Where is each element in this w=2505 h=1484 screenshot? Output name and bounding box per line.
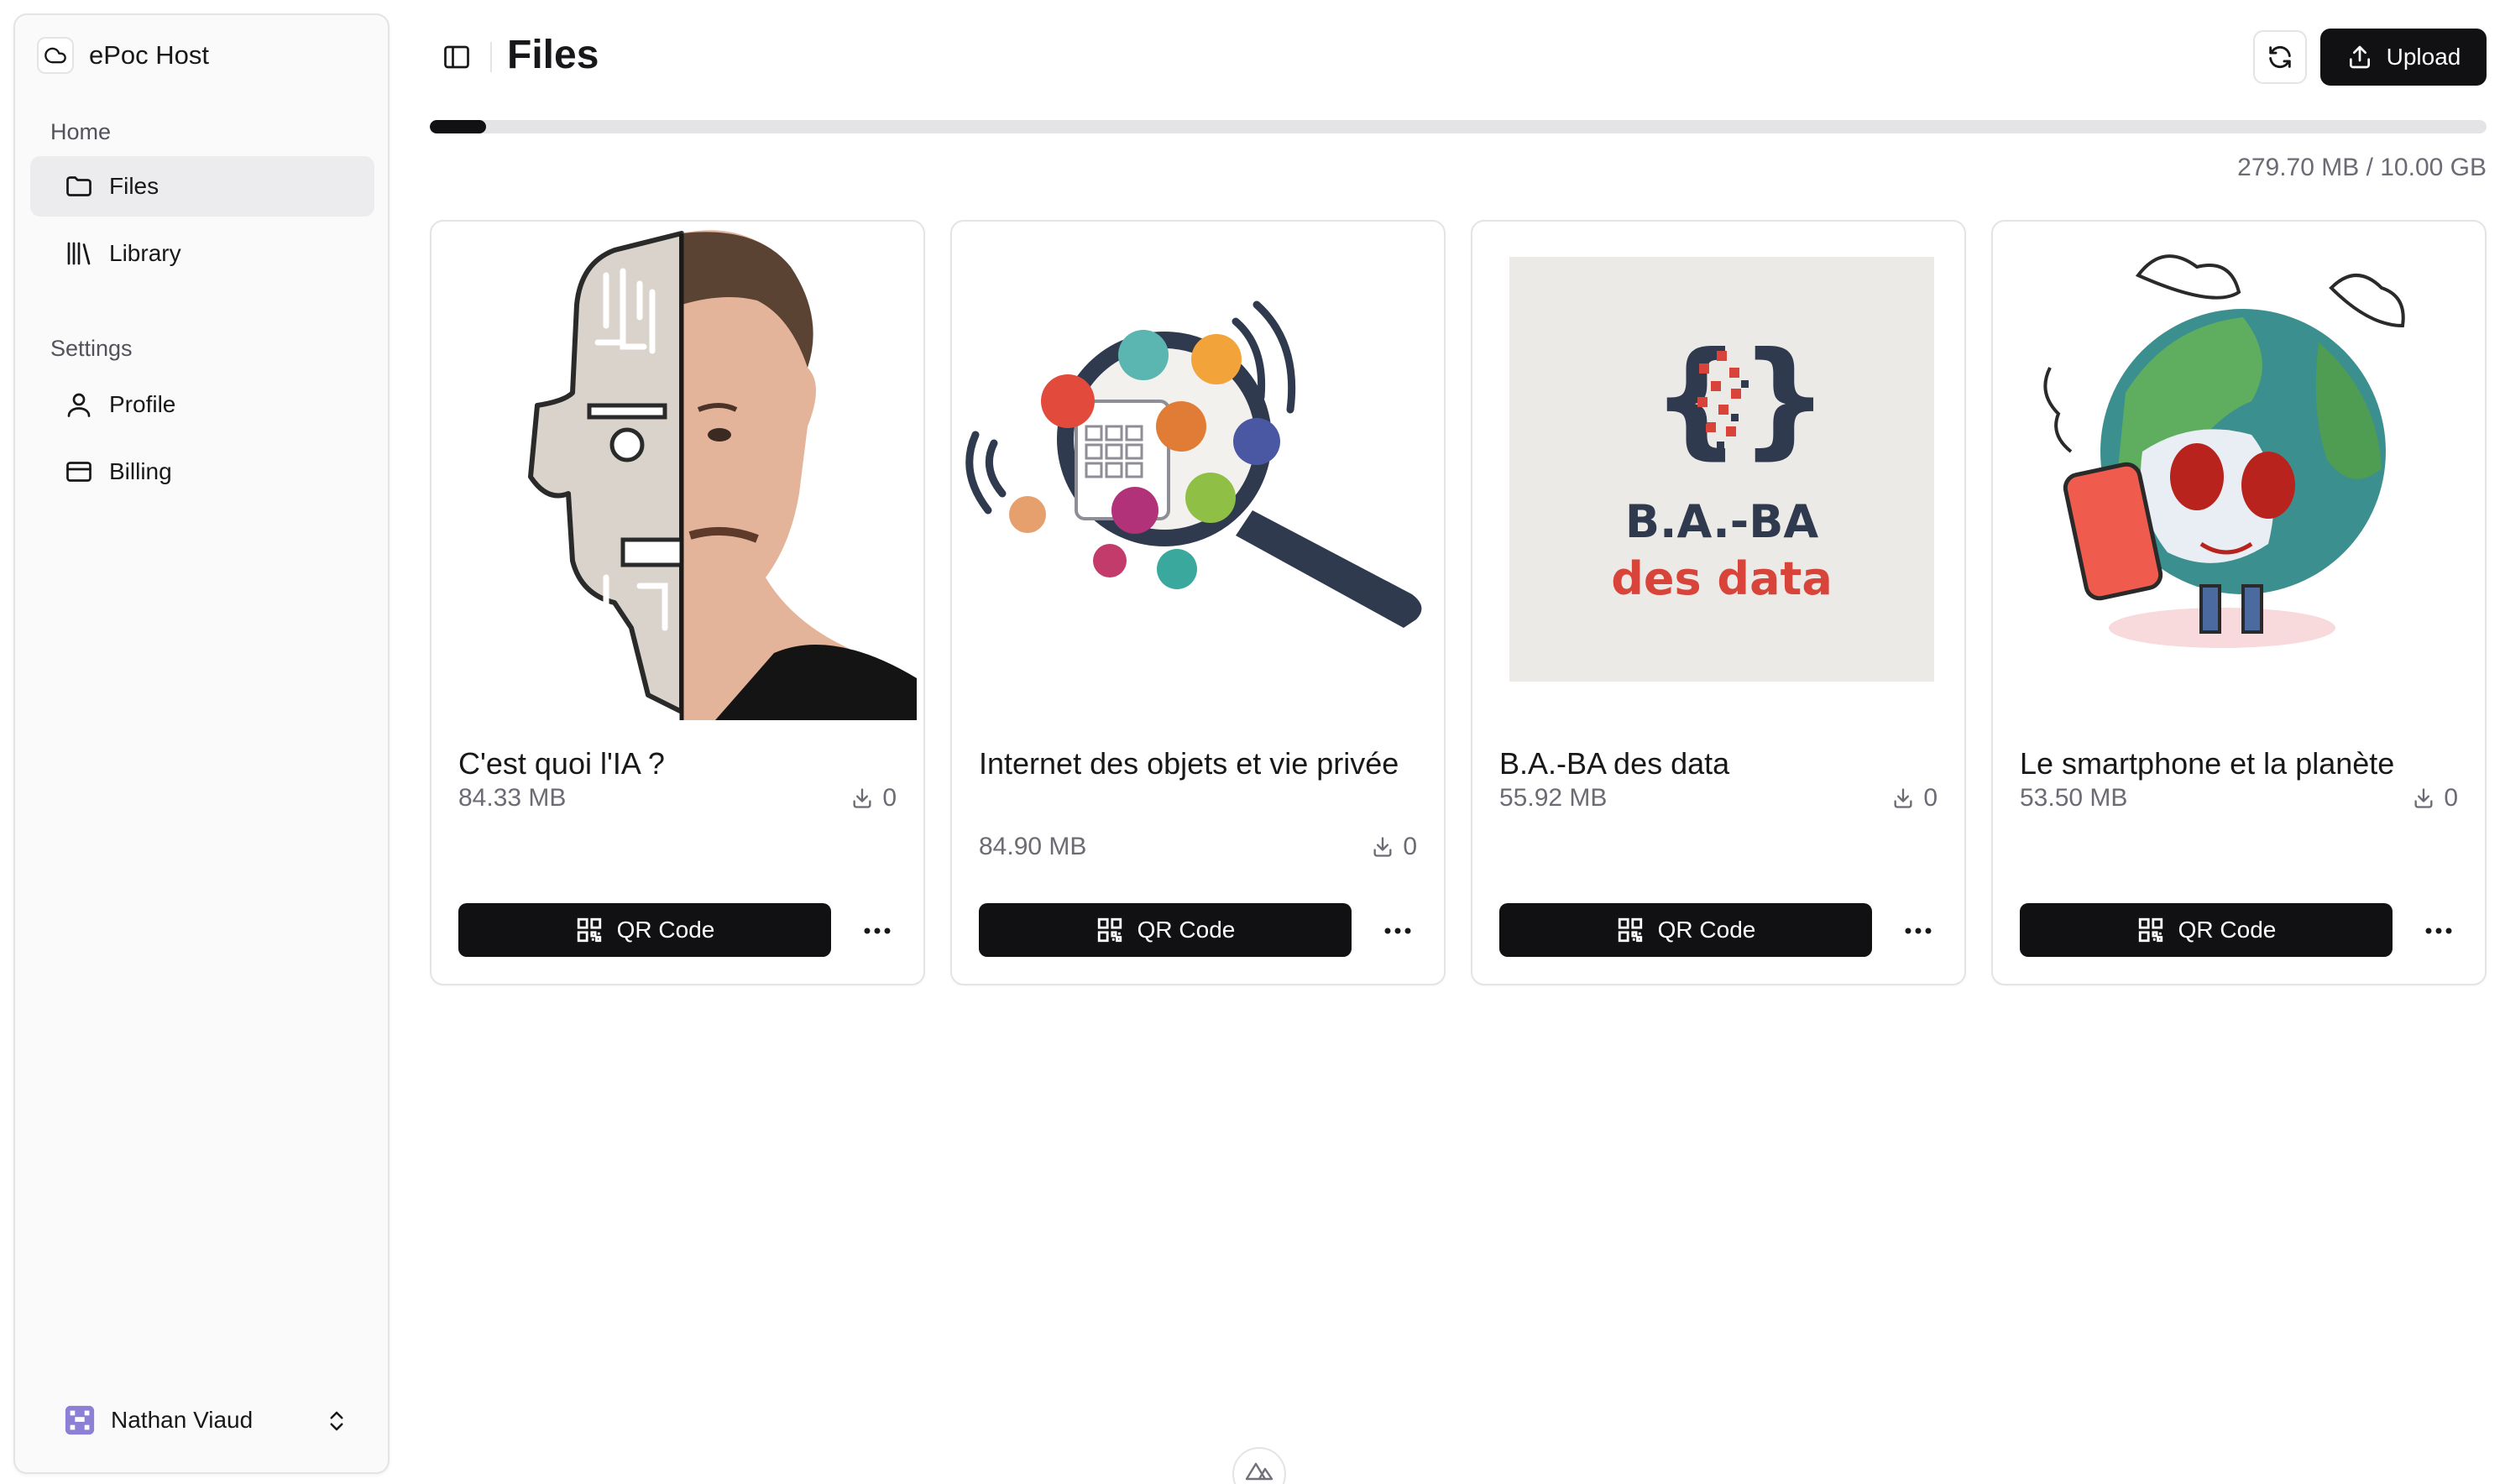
cloud-icon	[37, 37, 74, 74]
chevron-up-down-icon	[330, 1411, 343, 1431]
thumbnail-text-line1: B.A.-BA	[1625, 495, 1819, 548]
sidebar: ePoc Host Home Files Library Settings Pr…	[13, 13, 390, 1474]
devtools-toggle-button[interactable]	[1232, 1447, 1286, 1484]
file-thumbnail	[959, 225, 1437, 720]
sidebar-item-library[interactable]: Library	[30, 223, 374, 284]
file-size: 53.50 MB	[2020, 784, 2128, 812]
sidebar-item-label: Profile	[109, 391, 176, 417]
more-horizontal-icon	[1905, 928, 1932, 934]
qr-code-icon	[577, 917, 601, 943]
file-card[interactable]: Internet des objets et vie privée 84.90 …	[950, 220, 1446, 985]
more-options-button[interactable]	[2418, 910, 2460, 952]
download-count: 0	[1891, 784, 1938, 813]
sidebar-item-files[interactable]: Files	[30, 156, 374, 217]
sidebar-toggle-button[interactable]	[437, 37, 477, 77]
sidebar-toggle-icon	[444, 45, 469, 69]
brand[interactable]: ePoc Host	[37, 37, 209, 74]
qr-code-label: QR Code	[1137, 917, 1236, 943]
download-icon	[853, 788, 871, 808]
more-horizontal-icon	[2425, 928, 2452, 934]
file-thumbnail	[2000, 225, 2478, 720]
header-divider	[490, 42, 492, 72]
file-meta: 84.33 MB 0	[458, 784, 897, 813]
more-horizontal-icon	[1384, 928, 1411, 934]
nuxt-icon	[1245, 1462, 1273, 1481]
more-horizontal-icon	[864, 928, 891, 934]
file-title: Le smartphone et la planète	[2020, 746, 2395, 781]
thumbnail-text-line2: des data	[1611, 552, 1833, 605]
more-options-button[interactable]	[856, 910, 898, 952]
sidebar-item-label: Billing	[109, 458, 172, 484]
file-thumbnail: { } B.A.-BA des data	[1479, 225, 1958, 720]
download-count-value: 0	[2444, 784, 2458, 812]
user-icon	[67, 393, 91, 417]
file-card[interactable]: Le smartphone et la planète 53.50 MB 0 Q…	[1991, 220, 2487, 985]
upload-label: Upload	[2386, 44, 2461, 70]
download-count-value: 0	[1403, 833, 1417, 860]
sidebar-item-label: Library	[109, 240, 181, 266]
qr-code-label: QR Code	[1657, 917, 1756, 943]
download-count-value: 0	[882, 784, 897, 812]
file-size: 84.33 MB	[458, 784, 567, 812]
file-size: 55.92 MB	[1499, 784, 1608, 812]
download-count-value: 0	[1923, 784, 1938, 812]
credit-card-icon	[66, 462, 92, 482]
download-count: 0	[1371, 833, 1417, 861]
file-meta: 55.92 MB 0	[1499, 784, 1938, 813]
qr-code-icon	[2138, 917, 2162, 943]
download-count: 0	[850, 784, 897, 813]
qr-code-icon	[1618, 917, 1642, 943]
file-card[interactable]: { } B.A.-BA des data B.A.-BA des data 55…	[1471, 220, 1966, 985]
refresh-button[interactable]	[2253, 30, 2307, 84]
storage-progress-fill	[430, 120, 486, 133]
svg-text:{: {	[1651, 326, 1741, 472]
sidebar-item-label: Files	[109, 173, 160, 199]
app-name: ePoc Host	[89, 40, 210, 70]
page-title: Files	[507, 33, 599, 77]
storage-progress-bar	[430, 120, 2487, 133]
qr-code-label: QR Code	[616, 917, 715, 943]
qr-code-icon	[1097, 917, 1122, 943]
sidebar-item-billing[interactable]: Billing	[30, 442, 374, 502]
qr-code-button[interactable]: QR Code	[979, 903, 1352, 957]
library-icon	[67, 242, 91, 265]
download-count: 0	[2412, 784, 2458, 813]
file-meta: 84.90 MB 0	[979, 833, 1417, 861]
folder-icon	[66, 176, 92, 196]
storage-usage-text: 279.70 MB / 10.00 GB	[2237, 154, 2487, 181]
avatar	[65, 1405, 95, 1435]
qr-code-button[interactable]: QR Code	[458, 903, 831, 957]
user-name: Nathan Viaud	[111, 1407, 254, 1433]
sidebar-item-profile[interactable]: Profile	[30, 374, 374, 435]
upload-icon	[2349, 45, 2370, 69]
user-menu[interactable]: Nathan Viaud	[30, 1390, 374, 1450]
qr-code-button[interactable]: QR Code	[2020, 903, 2393, 957]
file-title: B.A.-BA des data	[1499, 746, 1730, 781]
nav-group-home: Home	[50, 119, 112, 144]
more-options-button[interactable]	[1897, 910, 1939, 952]
more-options-button[interactable]	[1377, 910, 1419, 952]
refresh-icon	[2269, 45, 2291, 69]
qr-code-button[interactable]: QR Code	[1499, 903, 1872, 957]
upload-button[interactable]: Upload	[2320, 29, 2487, 86]
nav-group-settings: Settings	[50, 336, 133, 361]
file-size: 84.90 MB	[979, 833, 1087, 860]
file-card[interactable]: C'est quoi l'IA ? 84.33 MB 0 QR Code	[430, 220, 925, 985]
file-title: C'est quoi l'IA ?	[458, 746, 665, 781]
file-meta: 53.50 MB 0	[2020, 784, 2458, 813]
download-icon	[2414, 788, 2433, 808]
qr-code-label: QR Code	[2178, 917, 2277, 943]
svg-text:}: }	[1739, 326, 1829, 472]
file-thumbnail	[438, 225, 917, 720]
download-icon	[1373, 837, 1392, 857]
file-title: Internet des objets et vie privée	[979, 746, 1399, 781]
download-icon	[1894, 788, 1912, 808]
